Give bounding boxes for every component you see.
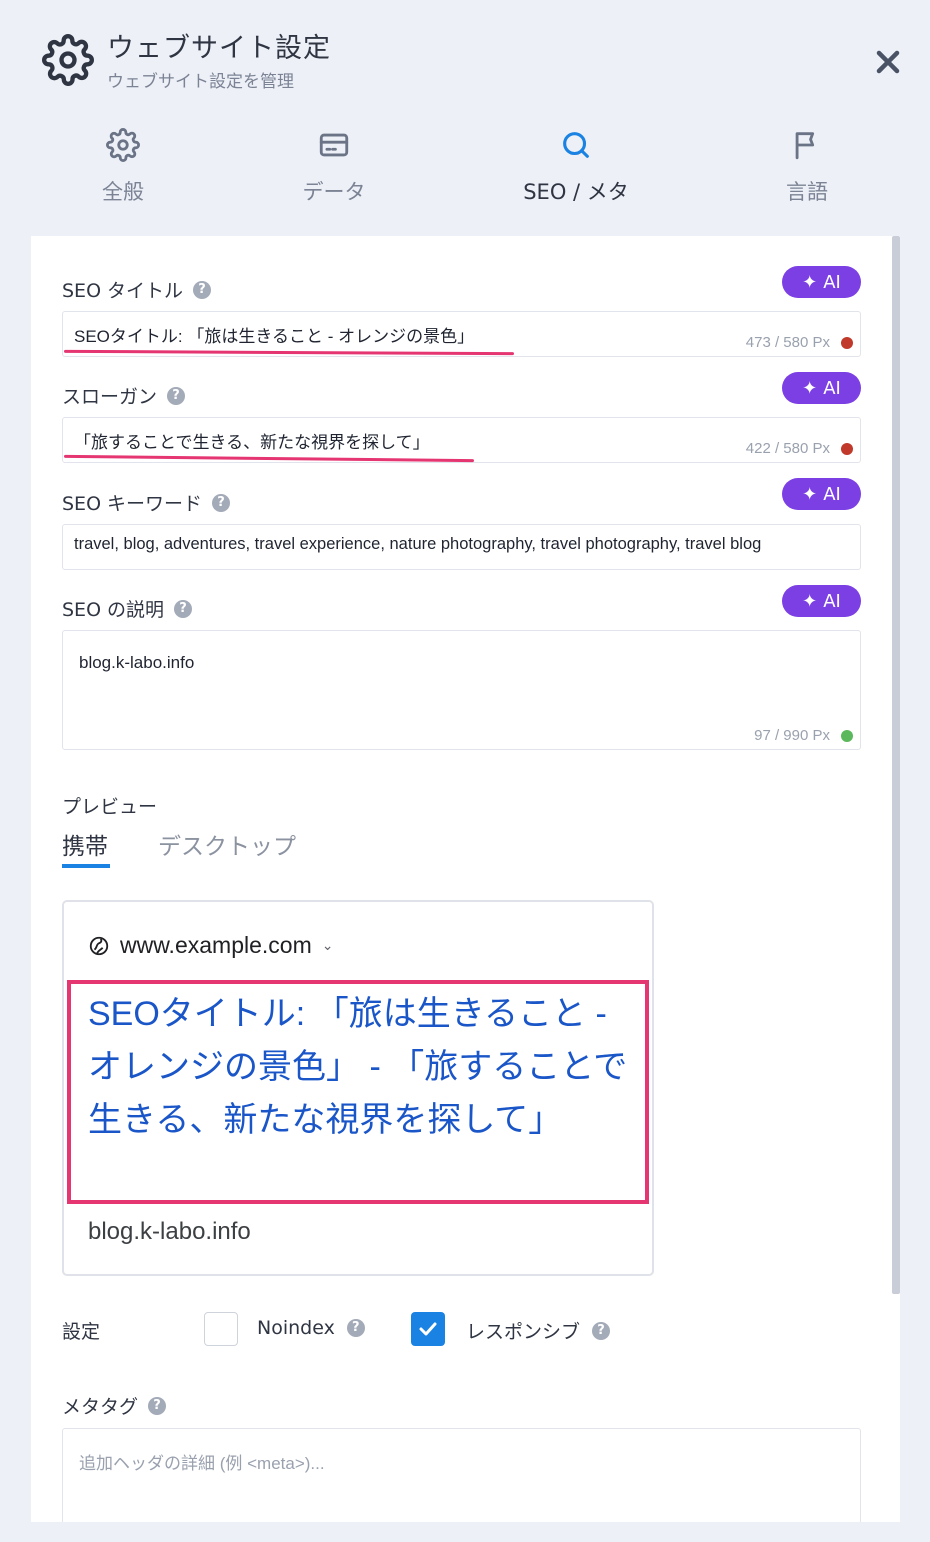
sparkle-icon: ✦	[802, 590, 818, 612]
responsive-checkbox[interactable]	[411, 1312, 445, 1346]
help-icon[interactable]: ?	[346, 1319, 365, 1337]
tab-general[interactable]: 全般	[43, 120, 203, 210]
active-tab-indicator	[62, 864, 110, 868]
responsive-label: レスポンシブ ?	[466, 1317, 611, 1344]
globe-icon	[89, 936, 109, 955]
settings-tabs: 全般 データ SEO / メタ 言語	[0, 120, 930, 220]
close-icon[interactable]	[870, 44, 906, 80]
slogan-label: スローガン ?	[62, 382, 186, 409]
scrollbar[interactable]	[892, 236, 900, 1294]
preview-url: www.example.com ⌄	[88, 932, 333, 959]
pixel-counter: 97 / 990 Px	[754, 727, 830, 744]
preview-label: プレビュー	[62, 796, 158, 818]
sparkle-icon: ✦	[802, 377, 818, 399]
dialog-header: ウェブサイト設定 ウェブサイト設定を管理	[0, 0, 930, 110]
gear-icon	[42, 34, 94, 86]
ai-button-slogan[interactable]: ✦ AI	[782, 372, 861, 404]
seo-keywords-label: SEO キーワード ?	[62, 489, 231, 516]
seo-description-label: SEO の説明 ?	[62, 595, 193, 622]
seo-panel: SEO タイトル ? ✦ AI SEOタイトル: 「旅は生きること - オレンジ…	[31, 236, 900, 1522]
seo-title-label: SEO タイトル ?	[62, 276, 212, 303]
help-icon[interactable]: ?	[148, 1396, 167, 1415]
help-icon[interactable]: ?	[174, 599, 193, 618]
preview-description: blog.k-labo.info	[88, 1218, 251, 1245]
card-icon	[319, 133, 349, 157]
ai-button-seo-title[interactable]: ✦ AI	[782, 266, 861, 298]
dialog-subtitle: ウェブサイト設定を管理	[107, 72, 294, 92]
flag-icon	[795, 132, 815, 160]
seo-description-textarea[interactable]: blog.k-labo.info 97 / 990 Px	[62, 630, 861, 750]
gear-icon	[106, 128, 140, 162]
preview-tab-desktop[interactable]: デスクトップ	[158, 827, 296, 861]
help-icon[interactable]: ?	[193, 280, 212, 299]
tab-data[interactable]: データ	[254, 120, 414, 210]
noindex-checkbox[interactable]	[204, 1312, 238, 1346]
search-icon	[563, 132, 589, 158]
status-dot	[841, 337, 853, 349]
ai-button-description[interactable]: ✦ AI	[782, 585, 861, 617]
chevron-down-icon[interactable]: ⌄	[322, 937, 334, 954]
ai-button-keywords[interactable]: ✦ AI	[782, 478, 861, 510]
check-icon	[419, 1322, 437, 1336]
sparkle-icon: ✦	[802, 483, 818, 505]
dialog-title: ウェブサイト設定	[107, 33, 331, 64]
seo-keywords-input[interactable]: travel, blog, adventures, travel experie…	[62, 524, 861, 570]
status-dot	[841, 443, 853, 455]
sparkle-icon: ✦	[802, 271, 818, 293]
pixel-counter: 422 / 580 Px	[745, 440, 830, 457]
tab-label: 言語	[786, 180, 828, 204]
tab-label: SEO / メタ	[523, 180, 629, 204]
metatags-label: メタタグ ?	[62, 1392, 167, 1419]
help-icon[interactable]: ?	[592, 1321, 611, 1340]
tab-seo-meta[interactable]: SEO / メタ	[496, 120, 656, 210]
pixel-counter: 473 / 580 Px	[745, 334, 830, 351]
tab-label: 全般	[102, 180, 144, 204]
settings-label: 設定	[62, 1321, 101, 1343]
preview-tab-mobile[interactable]: 携帯	[62, 827, 108, 861]
tab-language[interactable]: 言語	[727, 120, 887, 210]
metatags-textarea[interactable]: 追加ヘッダの詳細 (例 <meta>)...	[62, 1428, 861, 1522]
status-dot	[841, 730, 853, 742]
help-icon[interactable]: ?	[167, 386, 186, 405]
highlight-box	[67, 980, 649, 1204]
noindex-label: Noindex ?	[257, 1317, 365, 1339]
tab-label: データ	[302, 180, 366, 204]
help-icon[interactable]: ?	[212, 493, 231, 512]
